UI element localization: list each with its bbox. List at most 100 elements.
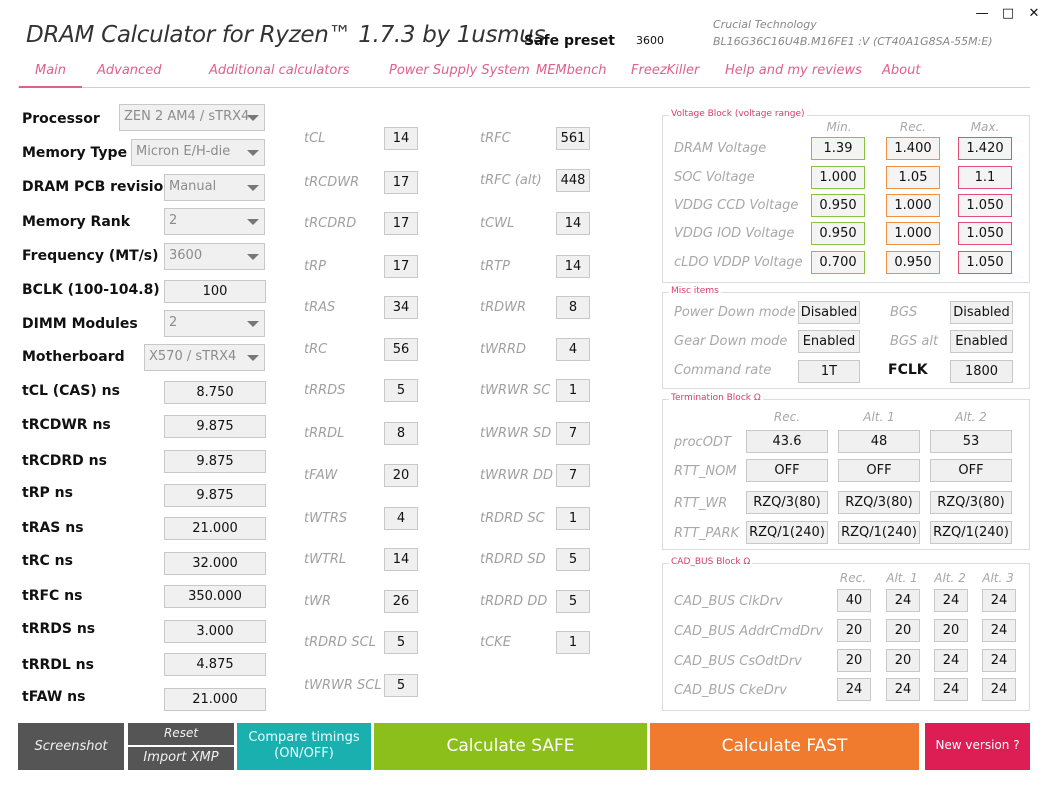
- timing-input[interactable]: 17: [384, 212, 418, 235]
- tab-main[interactable]: Main: [18, 63, 83, 88]
- cadbus-value[interactable]: 20: [837, 619, 871, 642]
- tab-membench[interactable]: MEMbench: [536, 63, 607, 78]
- timing-input[interactable]: 1: [556, 631, 590, 654]
- timing-input[interactable]: 56: [384, 338, 418, 361]
- timing-input[interactable]: 14: [384, 127, 418, 150]
- tab-freezkiller[interactable]: FreezKiller: [631, 63, 699, 78]
- timing-input[interactable]: 448: [556, 169, 590, 192]
- bclk-input[interactable]: 100: [164, 280, 266, 303]
- timing-input[interactable]: 7: [556, 464, 590, 487]
- tab-power-supply-system[interactable]: Power Supply System: [389, 63, 530, 78]
- termination-value[interactable]: OFF: [746, 459, 828, 482]
- cadbus-value[interactable]: 24: [837, 678, 871, 701]
- motherboard-select[interactable]: X570 / sTRX4: [144, 344, 265, 371]
- timing-input[interactable]: 5: [556, 590, 590, 613]
- cadbus-value[interactable]: 24: [934, 589, 968, 612]
- tab-help-and-reviews[interactable]: Help and my reviews: [725, 63, 862, 78]
- import-xmp-button[interactable]: Import XMP: [128, 747, 234, 770]
- voltage-max[interactable]: 1.050: [958, 222, 1012, 245]
- cadbus-value[interactable]: 24: [934, 649, 968, 672]
- cadbus-value[interactable]: 20: [837, 649, 871, 672]
- voltage-rec[interactable]: 1.000: [886, 222, 940, 245]
- frequency-select[interactable]: 3600: [164, 243, 265, 270]
- timing-input[interactable]: 561: [556, 127, 590, 150]
- voltage-rec[interactable]: 1.05: [886, 166, 940, 189]
- reset-button[interactable]: Reset: [128, 723, 234, 745]
- dimm-modules-select[interactable]: 2: [164, 310, 265, 337]
- calculate-fast-button[interactable]: Calculate FAST: [650, 723, 919, 770]
- cadbus-value[interactable]: 24: [886, 589, 920, 612]
- timing-input[interactable]: 8: [384, 422, 418, 445]
- termination-value[interactable]: RZQ/3(80): [930, 491, 1012, 514]
- termination-value[interactable]: RZQ/1(240): [930, 521, 1012, 544]
- voltage-max[interactable]: 1.050: [958, 194, 1012, 217]
- voltage-min[interactable]: 0.950: [811, 222, 865, 245]
- cadbus-value[interactable]: 40: [837, 589, 871, 612]
- voltage-max[interactable]: 1.1: [958, 166, 1012, 189]
- tab-additional-calculators[interactable]: Additional calculators: [209, 63, 349, 78]
- termination-value[interactable]: OFF: [838, 459, 920, 482]
- cadbus-value[interactable]: 20: [886, 649, 920, 672]
- processor-select[interactable]: ZEN 2 AM4 / sTRX4: [119, 104, 265, 131]
- calculate-safe-button[interactable]: Calculate SAFE: [374, 723, 647, 770]
- timing-input[interactable]: 14: [556, 255, 590, 278]
- new-version-button[interactable]: New version ?: [925, 723, 1030, 770]
- termination-value[interactable]: RZQ/1(240): [838, 521, 920, 544]
- timing-input[interactable]: 17: [384, 255, 418, 278]
- timing-input[interactable]: 8: [556, 296, 590, 319]
- timing-input[interactable]: 14: [556, 212, 590, 235]
- timing-input[interactable]: 1: [556, 507, 590, 530]
- termination-value[interactable]: 53: [930, 430, 1012, 453]
- cadbus-value[interactable]: 24: [982, 649, 1016, 672]
- cadbus-value[interactable]: 24: [982, 619, 1016, 642]
- termination-value[interactable]: RZQ/1(240): [746, 521, 828, 544]
- cadbus-value[interactable]: 24: [886, 678, 920, 701]
- termination-value[interactable]: RZQ/3(80): [746, 491, 828, 514]
- tab-about[interactable]: About: [882, 63, 920, 78]
- bgs-value[interactable]: Disabled: [950, 301, 1013, 324]
- timing-input[interactable]: 34: [384, 296, 418, 319]
- voltage-rec[interactable]: 1.000: [886, 194, 940, 217]
- timing-input[interactable]: 5: [384, 631, 418, 654]
- maximize-icon[interactable]: □: [1000, 6, 1016, 21]
- gear-down-value[interactable]: Enabled: [798, 330, 860, 353]
- voltage-max[interactable]: 1.420: [958, 137, 1012, 160]
- timing-input[interactable]: 20: [384, 464, 418, 487]
- voltage-min[interactable]: 0.700: [811, 251, 865, 274]
- timing-input[interactable]: 1: [556, 379, 590, 402]
- timing-input[interactable]: 26: [384, 590, 418, 613]
- voltage-rec[interactable]: 0.950: [886, 251, 940, 274]
- voltage-min[interactable]: 1.000: [811, 166, 865, 189]
- timing-input[interactable]: 7: [556, 422, 590, 445]
- timing-input[interactable]: 5: [556, 548, 590, 571]
- pcb-revision-select[interactable]: Manual: [164, 174, 265, 201]
- timing-input[interactable]: 4: [556, 338, 590, 361]
- voltage-rec[interactable]: 1.400: [886, 137, 940, 160]
- bgs-alt-value[interactable]: Enabled: [950, 330, 1013, 353]
- memory-rank-select[interactable]: 2: [164, 208, 265, 235]
- termination-value[interactable]: 48: [838, 430, 920, 453]
- termination-value[interactable]: OFF: [930, 459, 1012, 482]
- command-rate-value[interactable]: 1T: [798, 360, 860, 383]
- termination-value[interactable]: RZQ/3(80): [838, 491, 920, 514]
- cadbus-value[interactable]: 24: [982, 678, 1016, 701]
- cadbus-value[interactable]: 20: [886, 619, 920, 642]
- close-icon[interactable]: ✕: [1026, 6, 1042, 21]
- timing-input[interactable]: 14: [384, 548, 418, 571]
- screenshot-button[interactable]: Screenshot: [18, 723, 124, 770]
- tab-advanced[interactable]: Advanced: [97, 63, 161, 78]
- voltage-min[interactable]: 1.39: [811, 137, 865, 160]
- voltage-max[interactable]: 1.050: [958, 251, 1012, 274]
- power-down-value[interactable]: Disabled: [798, 301, 860, 324]
- fclk-value[interactable]: 1800: [950, 360, 1013, 383]
- timing-input[interactable]: 17: [384, 171, 418, 194]
- cadbus-value[interactable]: 24: [982, 589, 1016, 612]
- cadbus-value[interactable]: 20: [934, 619, 968, 642]
- timing-input[interactable]: 5: [384, 379, 418, 402]
- compare-timings-button[interactable]: Compare timings (ON/OFF): [237, 723, 371, 770]
- timing-input[interactable]: 4: [384, 507, 418, 530]
- memory-type-select[interactable]: Micron E/H-die: [131, 139, 265, 166]
- cadbus-value[interactable]: 24: [934, 678, 968, 701]
- timing-input[interactable]: 5: [384, 674, 418, 697]
- termination-value[interactable]: 43.6: [746, 430, 828, 453]
